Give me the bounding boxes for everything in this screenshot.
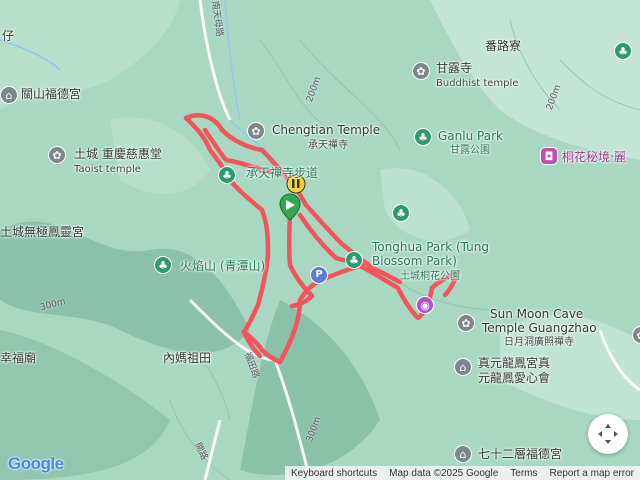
parking-icon[interactable]: P (310, 266, 328, 284)
photo-icon[interactable]: ◘ (540, 147, 558, 165)
place-label[interactable]: 甘露寺 (436, 62, 472, 75)
park-label: Blossom Park) (372, 254, 457, 268)
tree-icon[interactable]: ♣ (345, 251, 363, 269)
place-label: 仔 (2, 29, 15, 43)
place-label[interactable]: 土城 重慶慈惠堂 (74, 148, 162, 161)
google-logo[interactable]: Google (8, 454, 64, 474)
place-label: 番路寮 (485, 39, 522, 53)
temple-icon[interactable]: ✿ (412, 62, 430, 80)
place-label[interactable]: 真元龍鳳宮真 (478, 357, 550, 370)
place-sublabel: Buddhist temple (436, 78, 519, 89)
terrain-map[interactable] (0, 0, 640, 480)
place-label: 幸福廟 (0, 351, 37, 365)
temple-icon[interactable]: ⌂ (454, 445, 472, 463)
pin-icon[interactable]: ◉ (416, 296, 434, 314)
park-label[interactable]: Tonghua Park (Tung (372, 241, 489, 254)
tree-icon[interactable]: ♣ (614, 42, 632, 60)
temple-icon[interactable]: ✿ (247, 122, 265, 140)
place-label[interactable]: Sun Moon Cave (490, 308, 583, 321)
trail-label[interactable]: 承天禪寺步道 (246, 167, 318, 180)
keyboard-shortcuts-link[interactable]: Keyboard shortcuts (285, 468, 383, 479)
temple-icon[interactable]: ✿ (457, 314, 475, 332)
park-sublabel: 土城桐花公園 (400, 271, 460, 282)
recenter-button[interactable] (588, 414, 628, 454)
tree-icon[interactable]: ♣ (414, 128, 432, 146)
temple-icon[interactable]: ⌂ (454, 358, 472, 376)
recenter-icon (598, 424, 618, 444)
report-error-link[interactable]: Report a map error (544, 468, 640, 479)
place-label[interactable]: 桐花秘境‧麗 (562, 151, 626, 164)
terms-link[interactable]: Terms (504, 468, 543, 479)
place-label[interactable]: 關山福德宮 (21, 88, 81, 101)
place-sublabel: 承天禪寺 (308, 140, 348, 151)
park-sublabel: 甘露公園 (450, 145, 490, 156)
place-label[interactable]: 七十二層福德宮 (478, 448, 562, 461)
place-label[interactable]: Chengtian Temple (272, 124, 380, 137)
place-sublabel: 日月洞廣照禪寺 (504, 337, 574, 348)
tree-icon[interactable]: ♣ (154, 256, 172, 274)
attribution-bar: Keyboard shortcuts Map data ©2025 Google… (284, 466, 640, 480)
tree-icon[interactable]: ♣ (218, 166, 236, 184)
place-label[interactable]: 土城無極鳳靈宮 (0, 226, 84, 239)
mountain-label[interactable]: 火焰山 (青潭山) (180, 260, 265, 273)
place-label: 內媽祖田 (163, 351, 212, 365)
place-label: Temple Guangzhao (482, 321, 597, 335)
park-label[interactable]: Ganlu Park (438, 130, 503, 143)
map-data-text: Map data ©2025 Google (389, 467, 499, 479)
temple-icon[interactable]: ✿ (48, 146, 66, 164)
place-sublabel: Taoist temple (74, 164, 141, 175)
temple-icon[interactable]: ⌂ (0, 86, 18, 104)
tree-icon[interactable]: ♣ (392, 204, 410, 222)
place-label: 元龍鳳愛心會 (478, 371, 551, 385)
